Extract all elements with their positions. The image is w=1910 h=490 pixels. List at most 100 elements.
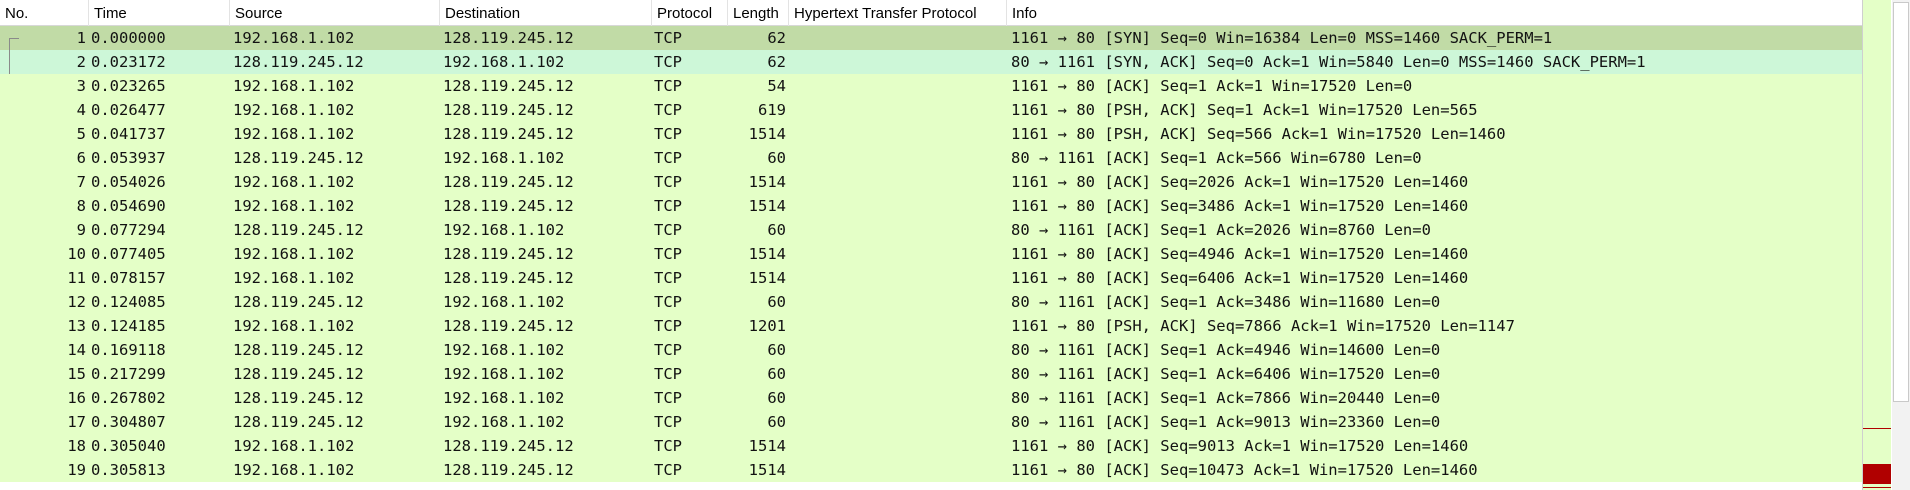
packet-info-cell: 80 → 1161 [ACK] Seq=1 Ack=6406 Win=17520…	[1011, 365, 1441, 383]
packet-destination-cell: 128.119.245.12	[443, 125, 574, 143]
packet-row[interactable]: 14 0.169118 128.119.245.12 192.168.1.102 TCP…	[0, 338, 1862, 362]
packet-destination-cell: 128.119.245.12	[443, 461, 574, 479]
packet-http-cell	[790, 74, 1004, 98]
packet-http-cell	[790, 386, 1004, 410]
packet-length-cell: 60	[767, 365, 786, 383]
column-header-length[interactable]: Length	[728, 0, 789, 26]
packet-info-cell: 1161 → 80 [ACK] Seq=4946 Ack=1 Win=17520…	[1011, 245, 1469, 263]
packet-source-cell: 192.168.1.102	[233, 125, 355, 143]
column-header-protocol[interactable]: Protocol	[652, 0, 728, 26]
packet-time-cell: 0.124185	[91, 317, 166, 335]
packet-no-cell: 12	[67, 293, 86, 311]
packet-protocol-cell: TCP	[654, 125, 682, 143]
packet-destination-cell: 192.168.1.102	[443, 389, 565, 407]
packet-time-cell: 0.124085	[91, 293, 166, 311]
packet-destination-cell: 128.119.245.12	[443, 173, 574, 191]
packet-minimap[interactable]	[1862, 0, 1910, 490]
packet-no-cell: 4	[76, 101, 86, 119]
packet-time-cell: 0.041737	[91, 125, 166, 143]
packet-row[interactable]: 10 0.077405 192.168.1.102 128.119.245.12 TCP…	[0, 242, 1862, 266]
packet-no-cell: 5	[76, 125, 86, 143]
packet-destination-cell: 192.168.1.102	[443, 221, 565, 239]
packet-no-cell: 15	[67, 365, 86, 383]
packet-row[interactable]: 15 0.217299 128.119.245.12 192.168.1.102 TCP…	[0, 362, 1862, 386]
packet-length-cell: 60	[767, 413, 786, 431]
packet-length-cell: 60	[767, 221, 786, 239]
packet-source-cell: 192.168.1.102	[233, 269, 355, 287]
column-header-source[interactable]: Source	[230, 0, 440, 26]
packet-info-cell: 1161 → 80 [PSH, ACK] Seq=7866 Ack=1 Win=…	[1011, 317, 1515, 335]
minimap-marker-block	[1863, 464, 1891, 484]
packet-length-cell: 60	[767, 389, 786, 407]
packet-length-cell: 1514	[748, 461, 786, 479]
packet-row[interactable]: 18 0.305040 192.168.1.102 128.119.245.12 TCP…	[0, 434, 1862, 458]
packet-protocol-cell: TCP	[654, 221, 682, 239]
packet-row[interactable]: 9 0.077294 128.119.245.12 192.168.1.102 TCP 6…	[0, 218, 1862, 242]
packet-http-cell	[790, 26, 1004, 50]
packet-info-cell: 80 → 1161 [SYN, ACK] Seq=0 Ack=1 Win=584…	[1011, 53, 1646, 71]
packet-row[interactable]: 7 0.054026 192.168.1.102 128.119.245.12 TCP 1…	[0, 170, 1862, 194]
packet-info-cell: 1161 → 80 [ACK] Seq=6406 Ack=1 Win=17520…	[1011, 269, 1469, 287]
packet-protocol-cell: TCP	[654, 29, 682, 47]
packet-time-cell: 0.077405	[91, 245, 166, 263]
column-header-time[interactable]: Time	[89, 0, 230, 26]
packet-info-cell: 80 → 1161 [ACK] Seq=1 Ack=9013 Win=23360…	[1011, 413, 1441, 431]
packet-row[interactable]: 1 0.000000 192.168.1.102 128.119.245.12 TCP 6…	[0, 26, 1862, 50]
packet-no-cell: 16	[67, 389, 86, 407]
packet-destination-cell: 128.119.245.12	[443, 269, 574, 287]
packet-row[interactable]: 16 0.267802 128.119.245.12 192.168.1.102 TCP…	[0, 386, 1862, 410]
packet-row[interactable]: 17 0.304807 128.119.245.12 192.168.1.102 TCP…	[0, 410, 1862, 434]
packet-row[interactable]: 19 0.305813 192.168.1.102 128.119.245.12 TCP…	[0, 458, 1862, 482]
packet-source-cell: 192.168.1.102	[233, 77, 355, 95]
packet-destination-cell: 192.168.1.102	[443, 149, 565, 167]
packet-time-cell: 0.023265	[91, 77, 166, 95]
vertical-scrollbar[interactable]	[1892, 0, 1910, 490]
column-header-no[interactable]: No.	[0, 0, 89, 26]
packet-row[interactable]: 12 0.124085 128.119.245.12 192.168.1.102 TCP…	[0, 290, 1862, 314]
packet-row[interactable]: 11 0.078157 192.168.1.102 128.119.245.12 TCP…	[0, 266, 1862, 290]
packet-destination-cell: 128.119.245.12	[443, 437, 574, 455]
packet-destination-cell: 192.168.1.102	[443, 341, 565, 359]
packet-row[interactable]: 5 0.041737 192.168.1.102 128.119.245.12 TCP 1…	[0, 122, 1862, 146]
packet-info-cell: 1161 → 80 [ACK] Seq=9013 Ack=1 Win=17520…	[1011, 437, 1469, 455]
packet-row[interactable]: 8 0.054690 192.168.1.102 128.119.245.12 TCP 1…	[0, 194, 1862, 218]
packet-length-cell: 1201	[748, 317, 786, 335]
packet-time-cell: 0.305040	[91, 437, 166, 455]
packet-http-cell	[790, 218, 1004, 242]
column-header-info[interactable]: Info	[1007, 0, 1862, 26]
packet-protocol-cell: TCP	[654, 149, 682, 167]
packet-protocol-cell: TCP	[654, 437, 682, 455]
packet-protocol-cell: TCP	[654, 101, 682, 119]
packet-no-cell: 6	[76, 149, 86, 167]
column-header-http[interactable]: Hypertext Transfer Protocol	[789, 0, 1007, 26]
packet-row[interactable]: 3 0.023265 192.168.1.102 128.119.245.12 TCP 5…	[0, 74, 1862, 98]
conversation-tree-line	[9, 38, 20, 74]
packet-source-cell: 128.119.245.12	[233, 149, 364, 167]
packet-destination-cell: 192.168.1.102	[443, 293, 565, 311]
packet-row[interactable]: 4 0.026477 192.168.1.102 128.119.245.12 TCP 6…	[0, 98, 1862, 122]
packet-destination-cell: 128.119.245.12	[443, 101, 574, 119]
packet-protocol-cell: TCP	[654, 341, 682, 359]
packet-row[interactable]: 13 0.124185 192.168.1.102 128.119.245.12 TCP…	[0, 314, 1862, 338]
packet-destination-cell: 192.168.1.102	[443, 53, 565, 71]
packet-source-cell: 192.168.1.102	[233, 197, 355, 215]
packet-list[interactable]: 1 0.000000 192.168.1.102 128.119.245.12 TCP 6…	[0, 26, 1862, 490]
packet-destination-cell: 128.119.245.12	[443, 245, 574, 263]
scrollbar-thumb[interactable]	[1893, 2, 1909, 402]
packet-time-cell: 0.026477	[91, 101, 166, 119]
packet-row[interactable]: 2 0.023172 128.119.245.12 192.168.1.102 TCP 6…	[0, 50, 1862, 74]
packet-source-cell: 128.119.245.12	[233, 53, 364, 71]
packet-protocol-cell: TCP	[654, 53, 682, 71]
packet-list-header: No. Time Source Destination Protocol Len…	[0, 0, 1862, 26]
packet-row[interactable]: 6 0.053937 128.119.245.12 192.168.1.102 TCP 6…	[0, 146, 1862, 170]
column-header-destination[interactable]: Destination	[440, 0, 652, 26]
packet-protocol-cell: TCP	[654, 317, 682, 335]
packet-time-cell: 0.217299	[91, 365, 166, 383]
packet-info-cell: 1161 → 80 [ACK] Seq=1 Ack=1 Win=17520 Le…	[1011, 77, 1413, 95]
packet-no-cell: 7	[76, 173, 86, 191]
packet-source-cell: 128.119.245.12	[233, 341, 364, 359]
packet-info-cell: 1161 → 80 [ACK] Seq=3486 Ack=1 Win=17520…	[1011, 197, 1469, 215]
packet-protocol-cell: TCP	[654, 461, 682, 479]
packet-time-cell: 0.267802	[91, 389, 166, 407]
packet-info-cell: 80 → 1161 [ACK] Seq=1 Ack=4946 Win=14600…	[1011, 341, 1441, 359]
